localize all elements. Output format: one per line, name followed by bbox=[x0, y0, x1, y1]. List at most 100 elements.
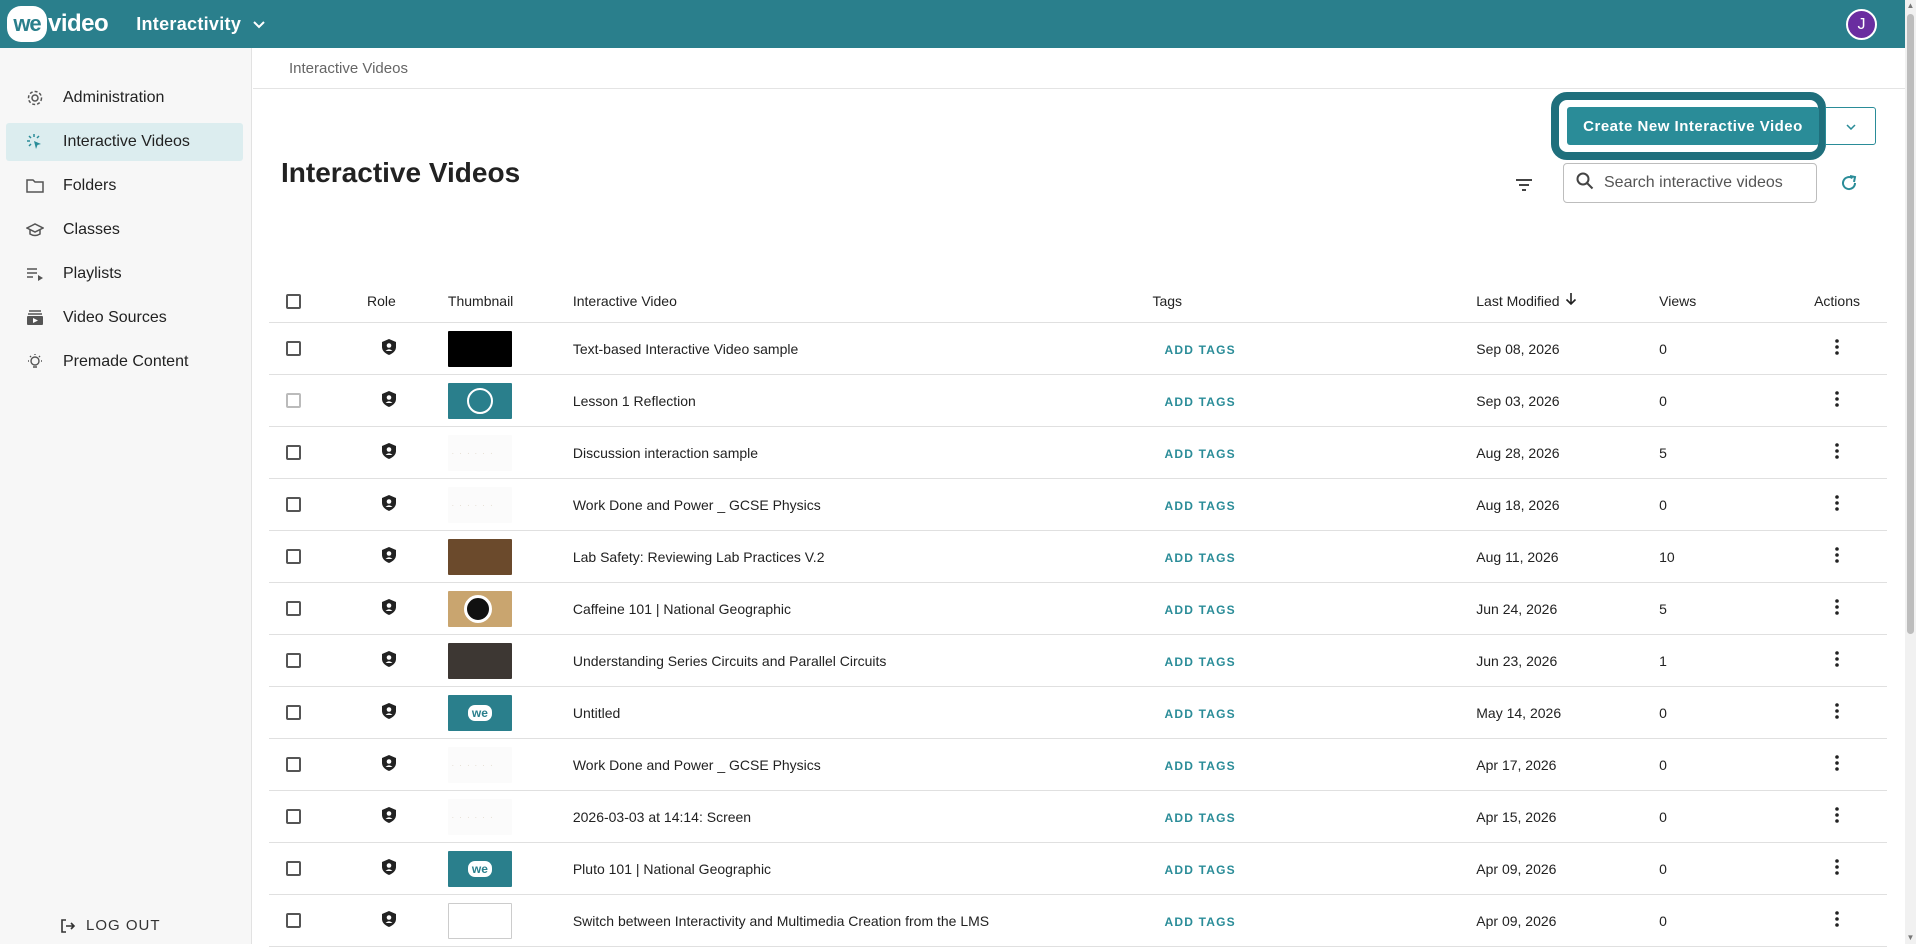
add-tags-button[interactable]: ADD TAGS bbox=[1152, 499, 1235, 513]
add-tags-button[interactable]: ADD TAGS bbox=[1152, 395, 1235, 409]
row-checkbox[interactable] bbox=[286, 809, 301, 824]
row-checkbox[interactable] bbox=[286, 705, 301, 720]
more-options-icon[interactable] bbox=[1835, 391, 1839, 410]
header-views[interactable]: Views bbox=[1659, 293, 1787, 309]
table-row[interactable]: Lesson 1 Reflection ADD TAGS Sep 03, 2026 0 bbox=[269, 375, 1887, 427]
sidebar-item-playlists[interactable]: Playlists bbox=[6, 255, 243, 293]
video-title[interactable]: Caffeine 101 | National Geographic bbox=[573, 601, 1153, 617]
video-thumbnail[interactable]: · · · · · · bbox=[447, 746, 512, 783]
wevideo-logo[interactable]: we video bbox=[7, 6, 109, 42]
row-checkbox[interactable] bbox=[286, 653, 301, 668]
video-title[interactable]: Lesson 1 Reflection bbox=[573, 393, 1153, 409]
logout-button[interactable]: LOG OUT bbox=[60, 917, 161, 934]
breadcrumb[interactable]: Interactive Videos bbox=[253, 48, 1905, 89]
sidebar-item-folders[interactable]: Folders bbox=[6, 167, 243, 205]
add-tags-button[interactable]: ADD TAGS bbox=[1152, 603, 1235, 617]
more-options-icon[interactable] bbox=[1835, 495, 1839, 514]
add-tags-button[interactable]: ADD TAGS bbox=[1152, 811, 1235, 825]
video-title[interactable]: Discussion interaction sample bbox=[573, 445, 1153, 461]
add-tags-button[interactable]: ADD TAGS bbox=[1152, 759, 1235, 773]
sidebar-item-interactive-videos[interactable]: Interactive Videos bbox=[6, 123, 243, 161]
table-row[interactable]: · · · · · · Work Done and Power _ GCSE Ph… bbox=[269, 739, 1887, 791]
video-thumbnail[interactable]: · · · · · · bbox=[447, 798, 512, 835]
table-row[interactable]: Text-based Interactive Video sample ADD T… bbox=[269, 323, 1887, 375]
table-row[interactable]: Lab Safety: Reviewing Lab Practices V.2 A… bbox=[269, 531, 1887, 583]
video-title[interactable]: Untitled bbox=[573, 705, 1153, 721]
sidebar-item-classes[interactable]: Classes bbox=[6, 211, 243, 249]
scroll-down-arrow-icon[interactable]: ▼ bbox=[1906, 933, 1915, 943]
video-thumbnail[interactable] bbox=[447, 590, 512, 627]
video-thumbnail[interactable]: · · · · · · bbox=[447, 434, 512, 471]
sidebar-item-premade-content[interactable]: Premade Content bbox=[6, 343, 243, 381]
video-title[interactable]: Work Done and Power _ GCSE Physics bbox=[573, 757, 1153, 773]
select-all-checkbox[interactable] bbox=[286, 293, 301, 309]
vertical-scrollbar[interactable]: ▲ ▼ bbox=[1905, 0, 1916, 944]
table-row[interactable]: Understanding Series Circuits and Parall… bbox=[269, 635, 1887, 687]
add-tags-button[interactable]: ADD TAGS bbox=[1152, 551, 1235, 565]
table-row[interactable]: we Pluto 101 | National Geographic ADD TAG… bbox=[269, 843, 1887, 895]
create-interactive-video-button[interactable]: Create New Interactive Video bbox=[1567, 107, 1819, 145]
tags-cell: ADD TAGS bbox=[1152, 393, 1476, 409]
video-title[interactable]: Text-based Interactive Video sample bbox=[573, 341, 1153, 357]
add-tags-button[interactable]: ADD TAGS bbox=[1152, 343, 1235, 357]
search-input[interactable] bbox=[1604, 174, 1804, 192]
video-title[interactable]: Pluto 101 | National Geographic bbox=[573, 861, 1153, 877]
row-checkbox[interactable] bbox=[286, 861, 301, 876]
video-title[interactable]: Work Done and Power _ GCSE Physics bbox=[573, 497, 1153, 513]
row-checkbox[interactable] bbox=[286, 757, 301, 772]
row-checkbox[interactable] bbox=[286, 913, 301, 928]
table-row[interactable]: Switch between Interactivity and Multime… bbox=[269, 895, 1887, 947]
table-row[interactable]: we Untitled ADD TAGS May 14, 2026 0 bbox=[269, 687, 1887, 739]
video-thumbnail[interactable]: we bbox=[447, 850, 512, 887]
add-tags-button[interactable]: ADD TAGS bbox=[1152, 863, 1235, 877]
more-options-icon[interactable] bbox=[1835, 339, 1839, 358]
video-title[interactable]: Understanding Series Circuits and Parall… bbox=[573, 653, 1153, 669]
filter-button[interactable] bbox=[1510, 173, 1538, 201]
header-last-modified[interactable]: Last Modified bbox=[1476, 292, 1659, 311]
row-checkbox[interactable] bbox=[286, 601, 301, 616]
video-thumbnail[interactable]: · · · · · · bbox=[447, 486, 512, 523]
more-options-icon[interactable] bbox=[1835, 755, 1839, 774]
table-row[interactable]: · · · · · · Discussion interaction sample… bbox=[269, 427, 1887, 479]
video-title[interactable]: Switch between Interactivity and Multime… bbox=[573, 913, 1153, 929]
more-options-icon[interactable] bbox=[1835, 547, 1839, 566]
video-thumbnail[interactable]: we bbox=[447, 694, 512, 731]
refresh-button[interactable] bbox=[1837, 173, 1861, 197]
add-tags-button[interactable]: ADD TAGS bbox=[1152, 707, 1235, 721]
table-row[interactable]: Caffeine 101 | National Geographic ADD TA… bbox=[269, 583, 1887, 635]
video-thumbnail[interactable] bbox=[447, 538, 512, 575]
video-thumbnail[interactable] bbox=[447, 642, 512, 679]
search-box[interactable] bbox=[1563, 163, 1817, 203]
table-row[interactable]: · · · · · · 2026-03-03 at 14:14: Screen AD… bbox=[269, 791, 1887, 843]
row-checkbox[interactable] bbox=[286, 341, 301, 356]
row-checkbox[interactable] bbox=[286, 393, 301, 408]
video-thumbnail[interactable] bbox=[447, 902, 512, 939]
scroll-up-arrow-icon[interactable]: ▲ bbox=[1906, 1, 1915, 11]
more-options-icon[interactable] bbox=[1835, 599, 1839, 618]
more-options-icon[interactable] bbox=[1835, 807, 1839, 826]
more-options-icon[interactable] bbox=[1835, 859, 1839, 878]
add-tags-button[interactable]: ADD TAGS bbox=[1152, 655, 1235, 669]
sidebar-item-video-sources[interactable]: Video Sources bbox=[6, 299, 243, 337]
add-tags-button[interactable]: ADD TAGS bbox=[1152, 447, 1235, 461]
more-options-icon[interactable] bbox=[1835, 703, 1839, 722]
table-row[interactable]: · · · · · · Work Done and Power _ GCSE Ph… bbox=[269, 479, 1887, 531]
video-thumbnail[interactable] bbox=[447, 382, 512, 419]
create-options-dropdown-button[interactable] bbox=[1825, 107, 1876, 145]
more-options-icon[interactable] bbox=[1835, 443, 1839, 462]
scrollbar-thumb[interactable] bbox=[1907, 14, 1914, 634]
header-title[interactable]: Interactive Video bbox=[573, 293, 1153, 309]
more-options-icon[interactable] bbox=[1835, 651, 1839, 670]
row-checkbox[interactable] bbox=[286, 497, 301, 512]
video-title[interactable]: 2026-03-03 at 14:14: Screen bbox=[573, 809, 1153, 825]
avatar[interactable]: J bbox=[1846, 9, 1877, 40]
video-title[interactable]: Lab Safety: Reviewing Lab Practices V.2 bbox=[573, 549, 1153, 565]
video-thumbnail[interactable] bbox=[447, 330, 512, 367]
more-options-icon[interactable] bbox=[1835, 911, 1839, 930]
row-checkbox[interactable] bbox=[286, 549, 301, 564]
add-tags-button[interactable]: ADD TAGS bbox=[1152, 915, 1235, 929]
chevron-down-icon[interactable] bbox=[253, 17, 265, 32]
sidebar-item-administration[interactable]: Administration bbox=[6, 79, 243, 117]
app-title[interactable]: Interactivity bbox=[136, 14, 241, 35]
row-checkbox[interactable] bbox=[286, 445, 301, 460]
